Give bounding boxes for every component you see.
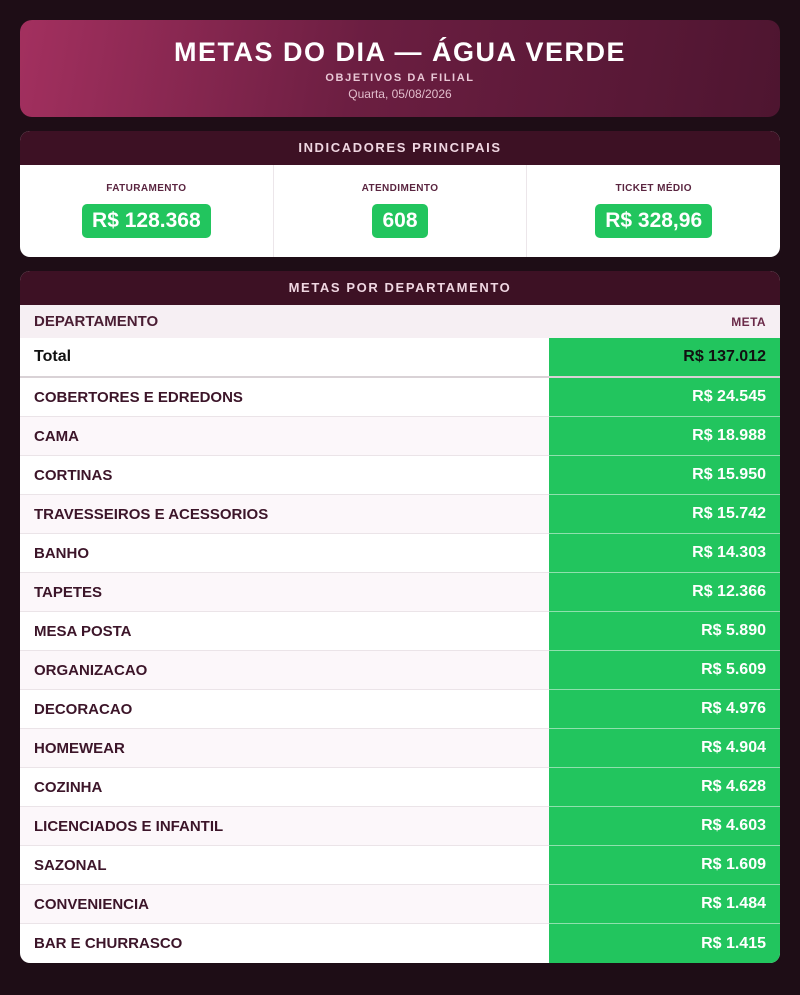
row-department: Total xyxy=(34,348,72,365)
row-department: HOMEWEAR xyxy=(20,729,549,767)
column-header-meta: META xyxy=(731,314,766,329)
row-meta-value: R$ 137.012 xyxy=(549,338,780,376)
table-row: BANHO R$ 14.303 xyxy=(20,534,780,573)
table-row: TAPETES R$ 12.366 xyxy=(20,573,780,612)
row-department: TRAVESSEIROS E ACESSORIOS xyxy=(20,495,549,533)
table-row: CORTINAS R$ 15.950 xyxy=(20,456,780,495)
table-row: COZINHA R$ 4.628 xyxy=(20,768,780,807)
row-meta-value: R$ 14.303 xyxy=(549,534,780,573)
page-date: Quarta, 05/08/2026 xyxy=(348,87,452,101)
departments-card: METAS POR DEPARTAMENTO DEPARTAMENTO META… xyxy=(20,271,780,963)
table-row: BAR E CHURRASCO R$ 1.415 xyxy=(20,924,780,963)
table-body: COBERTORES E EDREDONS R$ 24.545 CAMA R$ 18.… xyxy=(20,378,780,963)
row-meta-value: R$ 24.545 xyxy=(549,378,780,417)
table-row: CAMA R$ 18.988 xyxy=(20,417,780,456)
row-meta-value: R$ 4.603 xyxy=(549,807,780,846)
kpi-faturamento: FATURAMENTO R$ 128.368 xyxy=(20,165,274,257)
column-header-department: DEPARTAMENTO xyxy=(34,313,159,330)
row-meta-value: R$ 1.484 xyxy=(549,885,780,924)
table-row: CONVENIENCIA R$ 1.484 xyxy=(20,885,780,924)
table-row: TRAVESSEIROS E ACESSORIOS R$ 15.742 xyxy=(20,495,780,534)
row-meta-value: R$ 18.988 xyxy=(549,417,780,456)
row-department: SAZONAL xyxy=(34,856,107,874)
indicators-card: INDICADORES PRINCIPAIS FATURAMENTO R$ 12… xyxy=(20,131,780,257)
row-department: TAPETES xyxy=(20,573,549,611)
kpi-value: R$ 128.368 xyxy=(82,204,211,238)
table-row: HOMEWEAR R$ 4.904 xyxy=(20,729,780,768)
row-meta-value: R$ 4.628 xyxy=(549,768,780,807)
table-row: SAZONAL R$ 1.609 xyxy=(20,846,780,885)
table-header: DEPARTAMENTO META xyxy=(20,305,780,338)
row-department: CORTINAS xyxy=(34,466,113,484)
row-meta-value: R$ 1.609 xyxy=(549,846,780,885)
table-row: MESA POSTA R$ 5.890 xyxy=(20,612,780,651)
row-department: COBERTORES E EDREDONS xyxy=(34,388,243,406)
table-row: LICENCIADOS E INFANTIL R$ 4.603 xyxy=(20,807,780,846)
kpi-label: ATENDIMENTO xyxy=(361,183,439,194)
table-row: DECORACAO R$ 4.976 xyxy=(20,690,780,729)
table-row: ORGANIZACAO R$ 5.609 xyxy=(20,651,780,690)
indicators-title: INDICADORES PRINCIPAIS xyxy=(20,131,780,165)
row-department: CONVENIENCIA xyxy=(20,885,549,923)
row-meta-value: R$ 4.904 xyxy=(549,729,780,768)
row-meta-value: R$ 4.976 xyxy=(549,690,780,729)
row-meta-value: R$ 5.890 xyxy=(549,612,780,651)
table-row: COBERTORES E EDREDONS R$ 24.545 xyxy=(20,378,780,417)
kpi-label: TICKET MÉDIO xyxy=(615,183,692,194)
kpi-atendimento: ATENDIMENTO 608 xyxy=(274,165,528,257)
row-meta-value: R$ 15.742 xyxy=(549,495,780,534)
row-department: ORGANIZACAO xyxy=(20,651,549,689)
table-row-total: Total R$ 137.012 xyxy=(20,338,780,378)
row-meta-value: R$ 12.366 xyxy=(549,573,780,612)
kpi-label: FATURAMENTO xyxy=(106,183,187,194)
page-subtitle: OBJETIVOS DA FILIAL xyxy=(325,72,475,84)
row-department: BAR E CHURRASCO xyxy=(34,935,183,952)
page-title: METAS DO DIA — ÁGUA VERDE xyxy=(173,37,627,67)
row-meta-value: R$ 15.950 xyxy=(549,456,780,495)
row-department: COZINHA xyxy=(34,778,103,796)
row-department: BANHO xyxy=(34,544,89,562)
row-department: CAMA xyxy=(20,417,549,455)
indicators-row: FATURAMENTO R$ 128.368 ATENDIMENTO 608 T… xyxy=(20,165,780,257)
row-department: MESA POSTA xyxy=(34,622,132,640)
departments-title: METAS POR DEPARTAMENTO xyxy=(20,271,780,305)
kpi-value: R$ 328,96 xyxy=(595,204,713,238)
page: METAS DO DIA — ÁGUA VERDE OBJETIVOS DA F… xyxy=(0,0,800,995)
row-department: DECORACAO xyxy=(34,700,133,718)
header-banner: METAS DO DIA — ÁGUA VERDE OBJETIVOS DA F… xyxy=(20,20,780,117)
kpi-ticket-medio: TICKET MÉDIO R$ 328,96 xyxy=(527,165,780,257)
row-meta-value: R$ 1.415 xyxy=(549,924,780,963)
kpi-value: 608 xyxy=(372,204,428,238)
row-department: LICENCIADOS E INFANTIL xyxy=(20,807,549,845)
row-meta-value: R$ 5.609 xyxy=(549,651,780,690)
